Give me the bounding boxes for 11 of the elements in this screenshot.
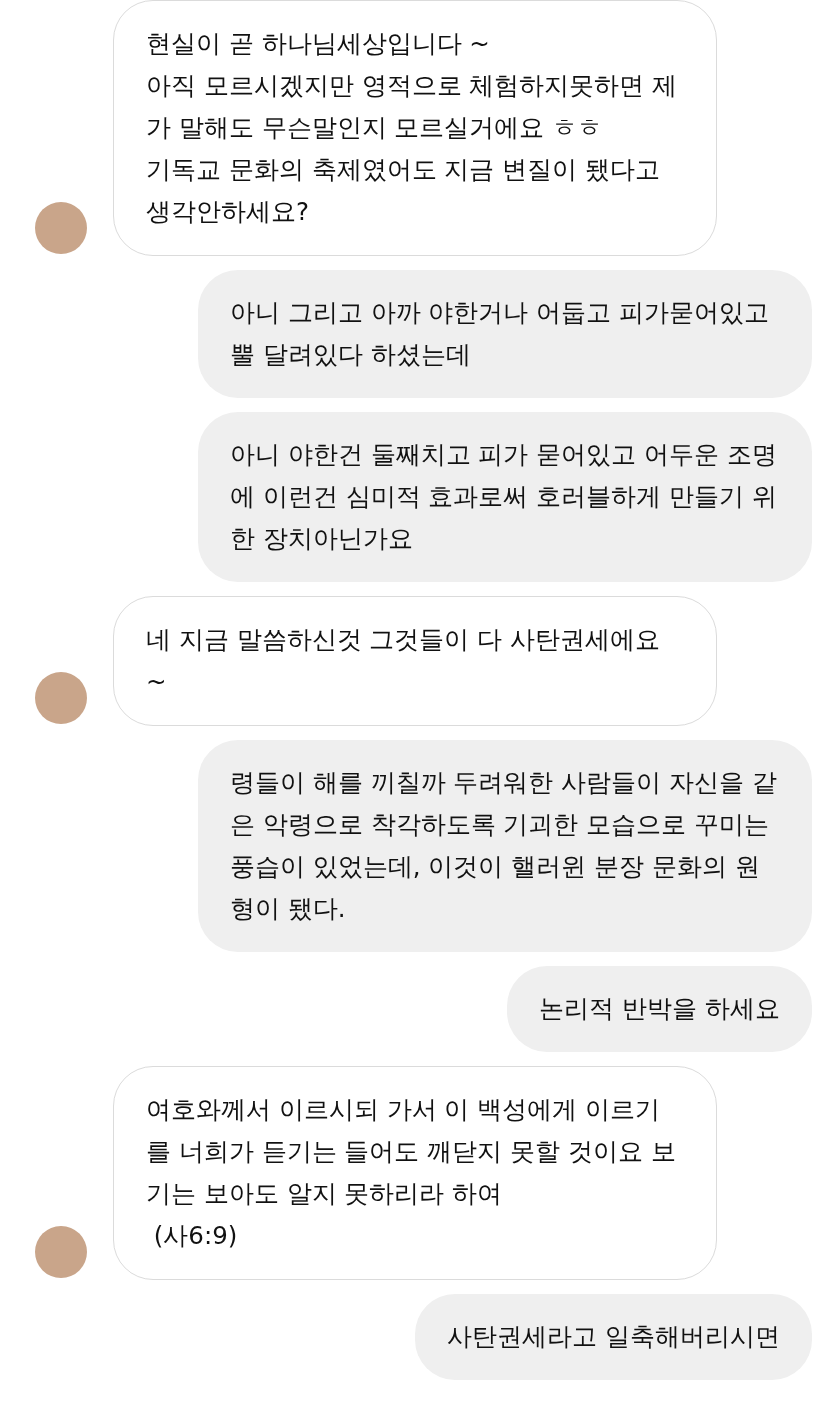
message-bubble: 현실이 곧 하나님세상입니다 ~ 아직 모르시겠지만 영적으로 체험하지못하면 제가 말해도 무슨말인지 모르실거에요 ㅎㅎ 기독교 문화의 축제였어도 지금 변질이 됐다고 생각안하세요? — [113, 0, 717, 256]
message-bubble: 논리적 반박을 하세요 — [507, 966, 812, 1052]
message-bubble: 령들이 해를 끼칠까 두려워한 사람들이 자신을 같은 악령으로 착각하도록 기괴한 모습으로 꾸미는 풍습이 있었는데, 이것이 핼러윈 분장 문화의 원형이 됐다. — [198, 740, 812, 952]
avatar-placeholder — [35, 1226, 87, 1278]
message-bubble: 여호와께서 이르시되 가서 이 백성에게 이르기를 너희가 듣기는 들어도 깨닫지 못할 것이요 보기는 보아도 알지 못하리라 하여 (사6:9) — [113, 1066, 717, 1280]
message-bubble: 아니 야한건 둘째치고 피가 묻어있고 어두운 조명에 이런건 심미적 효과로써 호러블하게 만들기 위한 장치아닌가요 — [198, 412, 812, 582]
message-bubble: 아니 그리고 아까 야한거나 어둡고 피가묻어있고 뿔 달려있다 하셨는데 — [198, 270, 812, 398]
avatar-placeholder — [35, 202, 87, 254]
avatar-placeholder — [35, 672, 87, 724]
message-bubble: 네 지금 말씀하신것 그것들이 다 사탄권세에요 ~ — [113, 596, 717, 726]
message-bubble: 사탄권세라고 일축해버리시면 — [415, 1294, 812, 1380]
